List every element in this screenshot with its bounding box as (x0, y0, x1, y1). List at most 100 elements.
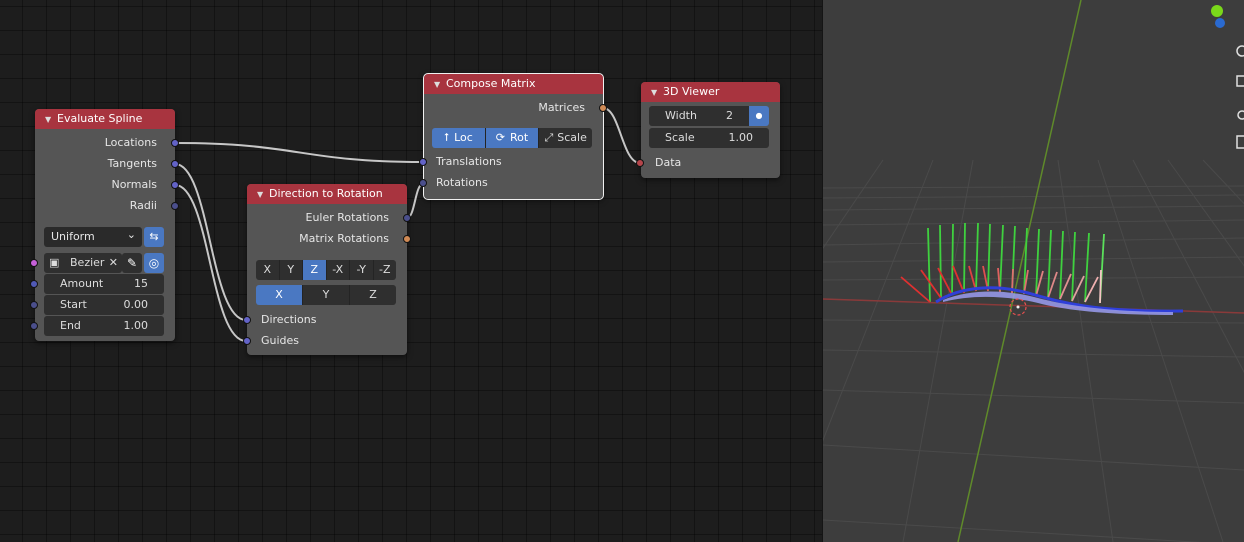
socket-amount[interactable] (30, 280, 38, 288)
width-field[interactable]: Width 2 (649, 106, 749, 126)
node-title: Direction to Rotation (269, 187, 383, 200)
field-value: 1.00 (728, 131, 754, 144)
chevron-down-icon[interactable]: ▼ (434, 75, 446, 95)
axis-neg-y-button[interactable]: -Y (350, 260, 374, 280)
scale-field[interactable]: Scale 1.00 (649, 128, 769, 148)
floor-grid (823, 159, 1244, 542)
spline-object-name: Bezier (70, 256, 105, 269)
arrow-up-icon: ⭡ (443, 131, 450, 144)
field-label: Start (60, 298, 87, 311)
axis-neg-x-button[interactable]: -X (326, 260, 350, 280)
socket-translations[interactable] (419, 158, 427, 166)
3d-cursor[interactable] (1009, 298, 1027, 316)
navigation-gizmo[interactable] (1211, 5, 1225, 28)
field-label: Width (665, 109, 697, 122)
socket-rotations[interactable] (419, 179, 427, 187)
socket-normals[interactable] (171, 181, 179, 189)
node-editor[interactable]: ▼ Evaluate Spline Locations Tangents Norm… (0, 0, 822, 542)
axis-x-button[interactable]: X (256, 260, 280, 280)
evaluation-mode-dropdown[interactable]: Uniform ⌄ (44, 227, 142, 247)
amount-field[interactable]: Amount 15 (44, 274, 164, 294)
viewport-toolbar[interactable] (1236, 45, 1244, 149)
guide-z-button[interactable]: Z (350, 285, 396, 305)
rot-toggle-button[interactable]: ⟳ Rot (485, 128, 540, 148)
3d-viewport[interactable] (823, 0, 1244, 542)
camera-icon (1237, 110, 1244, 120)
link-matrices-data (602, 107, 641, 164)
node-title: Compose Matrix (446, 77, 536, 90)
rotate-icon: ⟳ (495, 131, 506, 144)
zoom-icon (1236, 45, 1244, 57)
move-view-icon (1236, 75, 1244, 87)
chevron-down-icon[interactable]: ▼ (45, 110, 57, 130)
link-euler-rotations (406, 183, 424, 219)
guide-axis-selector: X Y Z (256, 285, 396, 305)
socket-end[interactable] (30, 322, 38, 330)
socket-directions[interactable] (243, 316, 251, 324)
3d-viewer-node[interactable]: ▼ 3D Viewer Width 2 ● Scale 1.00 Data (636, 82, 780, 178)
axis-y-button[interactable]: Y (279, 260, 303, 280)
socket-start[interactable] (30, 301, 38, 309)
output-matrix-rotations: Matrix Rotations (299, 232, 389, 245)
output-radii: Radii (129, 199, 157, 212)
input-data: Data (655, 156, 682, 169)
socket-locations[interactable] (171, 139, 179, 147)
globe-icon[interactable]: ◎ (144, 253, 164, 273)
toggle-label: Scale (557, 131, 587, 144)
link-tangents-directions (174, 163, 247, 321)
socket-matrix-rotations[interactable] (403, 235, 411, 243)
socket-tangents[interactable] (171, 160, 179, 168)
socket-radii[interactable] (171, 202, 179, 210)
input-rotations: Rotations (436, 176, 488, 189)
chevron-down-icon: ⌄ (126, 228, 136, 241)
width-toggle-button[interactable]: ● (749, 106, 769, 126)
end-field[interactable]: End 1.00 (44, 316, 164, 336)
spline-object-field[interactable]: ▣ Bezier ✕ (44, 253, 122, 273)
output-euler-rotations: Euler Rotations (305, 211, 390, 224)
toggle-label: Loc (454, 131, 473, 144)
output-normals: Normals (111, 178, 157, 191)
node-header[interactable]: ▼ Compose Matrix (424, 74, 603, 94)
chevron-down-icon[interactable]: ▼ (651, 83, 663, 103)
scale-toggle-button[interactable]: ⤢ Scale (539, 128, 593, 148)
socket-spline[interactable] (30, 259, 38, 267)
axis-neg-z-button[interactable]: -Z (373, 260, 396, 280)
input-guides: Guides (261, 334, 300, 347)
axis-z-button[interactable]: Z (303, 260, 327, 280)
chevron-down-icon[interactable]: ▼ (257, 185, 269, 205)
eyedropper-icon[interactable]: ✎ (122, 253, 142, 273)
node-title: 3D Viewer (663, 85, 720, 98)
guide-y-button[interactable]: Y (303, 285, 350, 305)
toggle-label: Rot (510, 131, 529, 144)
start-field[interactable]: Start 0.00 (44, 295, 164, 315)
input-translations: Translations (436, 155, 502, 168)
link-normals-guides (174, 184, 247, 342)
node-header[interactable]: ▼ 3D Viewer (641, 82, 780, 102)
spline-normals (943, 291, 1173, 315)
socket-matrices[interactable] (599, 104, 607, 112)
input-directions: Directions (261, 313, 317, 326)
field-value: 15 (134, 277, 148, 290)
output-tangents: Tangents (107, 157, 157, 170)
evaluate-spline-node[interactable]: ▼ Evaluate Spline Locations Tangents Norm… (30, 109, 179, 341)
field-value: 0.00 (123, 298, 149, 311)
grid-icon (1236, 135, 1244, 149)
node-header[interactable]: ▼ Direction to Rotation (247, 184, 407, 204)
rotation-frames (900, 222, 1105, 304)
loc-toggle-button[interactable]: ⭡ Loc (432, 128, 486, 148)
direction-axis-selector: X Y Z -X -Y -Z (256, 260, 396, 280)
node-header[interactable]: ▼ Evaluate Spline (35, 109, 175, 129)
socket-guides[interactable] (243, 337, 251, 345)
guide-x-button[interactable]: X (256, 285, 303, 305)
close-icon[interactable]: ✕ (109, 253, 118, 273)
viewport-scene (823, 0, 1244, 542)
spline-object-icon: ▣ (49, 256, 60, 269)
field-label: End (60, 319, 81, 332)
output-locations: Locations (104, 136, 157, 149)
socket-data[interactable] (636, 159, 644, 167)
arrows-toggle-button[interactable]: ⇆ (144, 227, 164, 247)
dropdown-value: Uniform (51, 230, 95, 243)
socket-euler-rotations[interactable] (403, 214, 411, 222)
direction-to-rotation-node[interactable]: ▼ Direction to Rotation Euler Rotations M… (243, 184, 411, 355)
compose-matrix-node[interactable]: ▼ Compose Matrix Matrices ⭡ Loc ⟳ Rot ⤢ Scal… (419, 73, 607, 200)
